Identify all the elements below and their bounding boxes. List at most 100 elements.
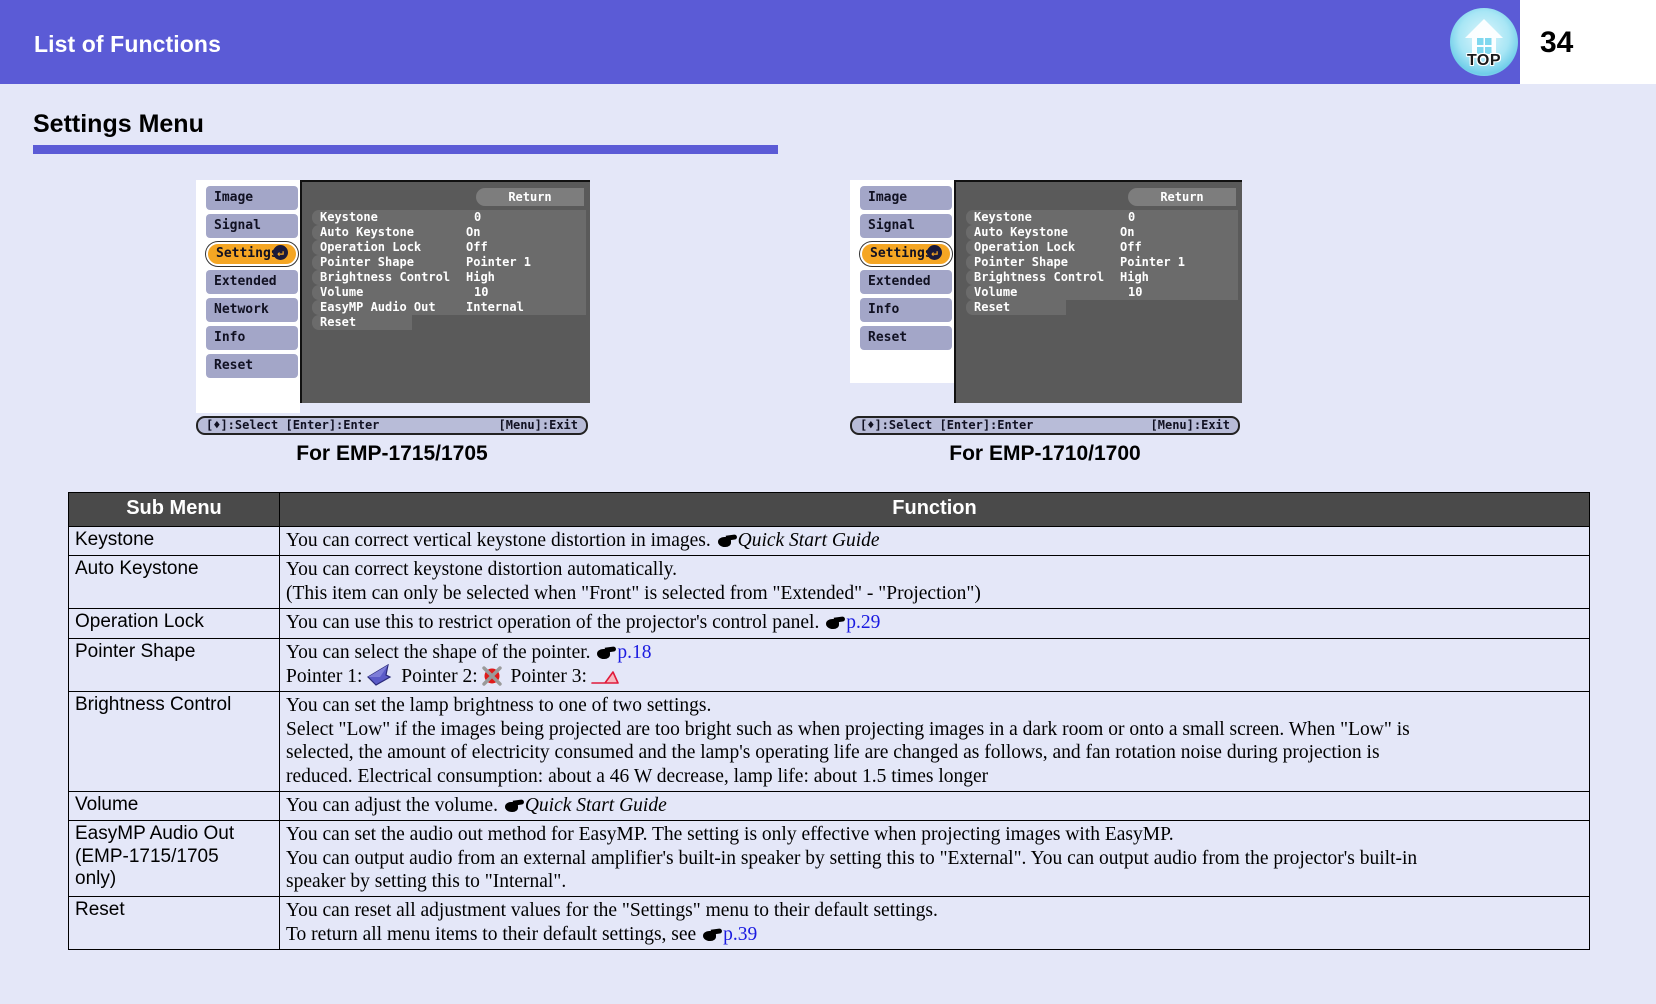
column-header-function: Function — [279, 492, 1590, 527]
osd-row-value: Off — [1120, 240, 1142, 254]
enter-icon: ↵ — [927, 245, 942, 260]
function-text: You can correct vertical keystone distor… — [286, 530, 716, 551]
osd-tab-label: Settings — [216, 246, 279, 261]
function-text: You can select the shape of the pointer. — [286, 641, 596, 663]
osd-row[interactable]: Operation Lock Off — [312, 240, 586, 255]
guide-reference: Quick Start Guide — [524, 794, 667, 816]
osd-row-value: High — [1120, 270, 1149, 284]
osd-row-value: Pointer 1 — [1120, 255, 1186, 269]
pointing-hand-icon — [703, 928, 723, 941]
section-heading: Settings Menu — [33, 110, 204, 138]
osd-row-value: 10 — [474, 285, 489, 299]
heading-rule — [33, 145, 778, 154]
osd-return-button[interactable]: Return — [1128, 188, 1236, 206]
function-text: You can set the lamp brightness to one o… — [286, 695, 712, 717]
function-text: Select "Low" if the images being project… — [286, 718, 1410, 740]
osd-tab-label: Extended — [868, 274, 931, 289]
function-line: You can set the audio out method for Eas… — [286, 823, 1583, 846]
osd-row[interactable]: Volume 10 — [966, 285, 1238, 300]
osd-tab-label: Image — [214, 190, 254, 205]
osd-row[interactable]: EasyMP Audio Out Internal — [312, 300, 586, 315]
sub-menu-cell: Pointer Shape — [68, 637, 280, 693]
osd-row-label: Reset — [320, 315, 357, 329]
osd-row-label: Auto Keystone — [320, 225, 414, 239]
osd-row-label: Keystone — [974, 210, 1032, 224]
table-row: Operation Lock You can use this to restri… — [68, 608, 1590, 639]
function-line: You can correct vertical keystone distor… — [286, 529, 1583, 552]
sub-menu-cell: Keystone — [68, 525, 280, 557]
sub-menu-cell: Reset — [68, 896, 280, 951]
function-text: To return all menu items to their defaul… — [286, 923, 702, 945]
osd-row[interactable]: Keystone 0 — [312, 210, 586, 225]
page-reference-link[interactable]: p.18 — [617, 642, 651, 663]
osd-return-button[interactable]: Return — [476, 188, 584, 206]
function-text: You can correct keystone distortion auto… — [286, 559, 677, 581]
table-row: Pointer Shape You can select the shape of… — [68, 637, 1590, 693]
osd-tab-settings[interactable]: Settings ↵ — [860, 242, 952, 266]
pointer-2-icon — [481, 666, 502, 686]
osd-tab-reset[interactable]: Reset — [206, 354, 298, 378]
page-reference-link[interactable]: p.39 — [723, 924, 757, 945]
osd-screenshot-right: Image Signal Settings ↵ Extended Info Reset Ret… — [850, 180, 1242, 465]
pointing-hand-icon — [717, 534, 737, 547]
column-header-sub-menu: Sub Menu — [68, 492, 280, 527]
osd-row[interactable]: Reset — [966, 300, 1066, 315]
osd-row[interactable]: Operation Lock Off — [966, 240, 1238, 255]
osd-tab-reset[interactable]: Reset — [860, 326, 952, 350]
osd-row-label: Reset — [974, 300, 1011, 314]
osd-panel: Return Keystone 0 Auto Keystone On Operation … — [300, 180, 590, 403]
function-text: You can use this to restrict operation o… — [286, 612, 825, 634]
function-line: Pointer 1: Pointer 2: Pointer 3: — [286, 663, 1583, 688]
osd-tab-label: Reset — [868, 330, 908, 345]
function-line: reduced. Electrical consumption: about a… — [286, 765, 1583, 788]
osd-tab-extended[interactable]: Extended — [860, 270, 952, 294]
function-line: You can adjust the volume. Quick Start G… — [286, 794, 1583, 817]
osd-row[interactable]: Brightness Control High — [966, 270, 1238, 285]
function-line: You can select the shape of the pointer.… — [286, 641, 1583, 664]
osd-tab-info[interactable]: Info — [206, 326, 298, 350]
osd-tab-label: Image — [868, 190, 908, 205]
table-row: Auto Keystone You can correct keystone di… — [68, 555, 1590, 610]
osd-tab-signal[interactable]: Signal — [206, 214, 298, 238]
osd-tab-network[interactable]: Network — [206, 298, 298, 322]
osd-row[interactable]: Reset — [312, 315, 412, 330]
osd-footer-left-hint: [♦]:Select [Enter]:Enter — [860, 418, 1034, 432]
osd-tab-image[interactable]: Image — [860, 186, 952, 210]
page-reference-link[interactable]: p.29 — [846, 612, 880, 633]
top-home-icon[interactable]: TOP — [1450, 8, 1518, 76]
osd-row-list: Keystone 0 Auto Keystone On Operation Lock Of… — [966, 210, 1238, 315]
osd-row-label: Auto Keystone — [974, 225, 1068, 239]
osd-tab-label: Reset — [214, 358, 254, 373]
osd-tab-settings[interactable]: Settings ↵ — [206, 242, 298, 266]
guide-reference: Quick Start Guide — [737, 530, 880, 551]
osd-row[interactable]: Keystone 0 — [966, 210, 1238, 225]
osd-tab-image[interactable]: Image — [206, 186, 298, 210]
osd-row-label: Pointer Shape — [320, 255, 414, 269]
osd-row[interactable]: Pointer Shape Pointer 1 — [312, 255, 586, 270]
osd-tab-label: Settings — [870, 246, 933, 261]
osd-tab-extended[interactable]: Extended — [206, 270, 298, 294]
osd-row-label: Volume — [974, 285, 1018, 299]
osd-tab-info[interactable]: Info — [860, 298, 952, 322]
function-line: You can reset all adjustment values for … — [286, 899, 1583, 922]
sub-menu-label: Keystone — [75, 529, 155, 550]
osd-row-value: 10 — [1128, 285, 1143, 299]
function-cell: You can correct keystone distortion auto… — [279, 555, 1590, 610]
function-line: You can output audio from an external am… — [286, 847, 1583, 870]
sub-menu-cell: EasyMP Audio Out (EMP-1715/1705 only) — [68, 820, 280, 898]
osd-tab-signal[interactable]: Signal — [860, 214, 952, 238]
pointing-hand-icon — [597, 645, 617, 659]
osd-footer-left-hint: [♦]:Select [Enter]:Enter — [206, 418, 380, 432]
osd-row[interactable]: Auto Keystone On — [312, 225, 586, 240]
osd-row[interactable]: Volume 10 — [312, 285, 586, 300]
enter-icon: ↵ — [273, 245, 288, 260]
osd-row[interactable]: Brightness Control High — [312, 270, 586, 285]
osd-row[interactable]: Pointer Shape Pointer 1 — [966, 255, 1238, 270]
function-cell: You can correct vertical keystone distor… — [279, 525, 1590, 557]
top-icon-label: TOP — [1466, 52, 1502, 69]
osd-tab-label: Info — [868, 302, 900, 317]
osd-row[interactable]: Auto Keystone On — [966, 225, 1238, 240]
osd-panel: Return Keystone 0 Auto Keystone On Operation … — [954, 180, 1242, 403]
sub-menu-cell: Auto Keystone — [68, 555, 280, 610]
osd-row-value: Pointer 1 — [466, 255, 532, 269]
